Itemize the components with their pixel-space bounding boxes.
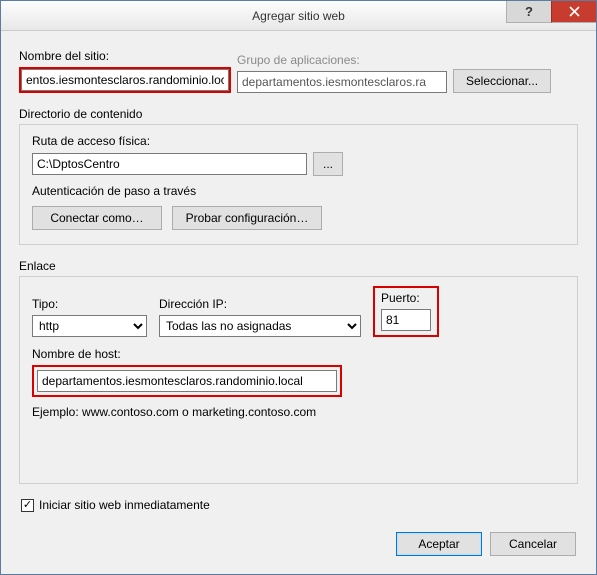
connect-as-button[interactable]: Conectar como… (32, 206, 162, 230)
ip-label: Dirección IP: (159, 297, 361, 311)
site-name-label: Nombre del sitio: (19, 49, 231, 63)
add-website-dialog: Agregar sitio web ? Nombre del sitio: Gr… (0, 0, 597, 575)
ip-select[interactable]: Todas las no asignadas (159, 315, 361, 337)
type-select[interactable]: http (32, 315, 147, 337)
start-immediately-checkbox[interactable]: ✓ (21, 499, 34, 512)
port-input[interactable] (381, 309, 431, 331)
test-config-button[interactable]: Probar configuración… (172, 206, 322, 230)
site-name-input[interactable] (21, 69, 229, 91)
content-directory-group: Ruta de acceso física: ... Autenticación… (19, 124, 578, 245)
binding-group: Tipo: http Dirección IP: Todas las no as… (19, 276, 578, 484)
titlebar: Agregar sitio web ? (1, 1, 596, 31)
app-pool-label: Grupo de aplicaciones: (237, 53, 447, 67)
titlebar-buttons: ? (506, 1, 596, 23)
start-immediately-row[interactable]: ✓ Iniciar sitio web inmediatamente (21, 498, 210, 512)
physical-path-input[interactable] (32, 153, 307, 175)
cancel-button[interactable]: Cancelar (490, 532, 576, 556)
type-label: Tipo: (32, 297, 147, 311)
window-title: Agregar sitio web (252, 9, 345, 23)
content-directory-heading: Directorio de contenido (19, 107, 578, 121)
hostname-label: Nombre de host: (32, 347, 565, 361)
start-immediately-label: Iniciar sitio web inmediatamente (39, 498, 210, 512)
auth-passthrough-label: Autenticación de paso a través (32, 184, 565, 198)
accept-button[interactable]: Aceptar (396, 532, 482, 556)
browse-path-button[interactable]: ... (313, 152, 343, 176)
hostname-example: Ejemplo: www.contoso.com o marketing.con… (32, 405, 565, 419)
select-app-pool-button[interactable]: Seleccionar... (453, 69, 551, 93)
close-button[interactable] (551, 1, 596, 23)
help-button[interactable]: ? (506, 1, 551, 23)
physical-path-label: Ruta de acceso física: (32, 134, 565, 148)
port-label: Puerto: (381, 291, 431, 305)
app-pool-input (237, 71, 447, 93)
dialog-body: Nombre del sitio: Grupo de aplicaciones:… (1, 31, 596, 484)
hostname-input[interactable] (37, 370, 337, 392)
close-icon (569, 6, 580, 17)
binding-heading: Enlace (19, 259, 578, 273)
dialog-footer: Aceptar Cancelar (396, 532, 576, 556)
